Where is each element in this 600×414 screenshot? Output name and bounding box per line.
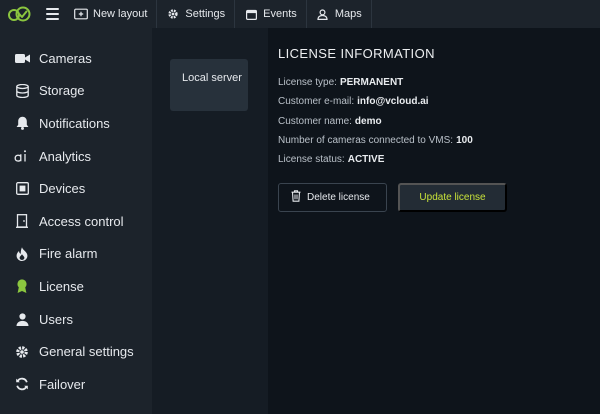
server-label: Local server: [182, 72, 242, 84]
flame-icon: [14, 246, 30, 262]
calendar-icon: [244, 7, 258, 21]
sidebar-item-users[interactable]: Users: [0, 303, 152, 336]
customer-email-value: info@vcloud.ai: [357, 96, 429, 108]
settings-label: Settings: [185, 8, 226, 20]
license-status-label: License status:: [278, 154, 345, 166]
server-list-panel: Local server: [152, 28, 268, 414]
sidebar-item-failover[interactable]: Failover: [0, 368, 152, 401]
license-type-label: License type:: [278, 77, 337, 89]
award-icon: [14, 278, 30, 294]
customer-name-value: demo: [354, 115, 382, 127]
license-type-value: PERMANENT: [339, 77, 404, 89]
license-status-row: License status: ACTIVE: [278, 150, 600, 169]
bell-icon: [14, 115, 30, 131]
license-actions: Delete license Update license: [278, 183, 600, 213]
server-item-local[interactable]: Local server: [170, 59, 248, 111]
maps-tab[interactable]: Maps: [305, 0, 372, 28]
sidebar-item-label: Devices: [39, 181, 86, 197]
sidebar: Cameras Storage Notifications Analytics …: [0, 28, 152, 414]
sidebar-item-label: Failover: [39, 376, 86, 392]
door-icon: [14, 213, 30, 229]
sidebar-item-label: License: [39, 278, 84, 294]
customer-name-label: Customer name:: [278, 115, 352, 127]
page-title: LICENSE INFORMATION: [278, 46, 435, 61]
logo-icon: [8, 6, 31, 22]
new-layout-button[interactable]: New layout: [66, 0, 156, 28]
license-panel: LICENSE INFORMATION License type: PERMAN…: [268, 28, 600, 414]
customer-email-label: Customer e-mail:: [278, 96, 355, 108]
license-type-row: License type: PERMANENT: [278, 73, 600, 92]
update-license-button[interactable]: Update license: [398, 183, 507, 213]
ai-icon: [14, 148, 30, 164]
events-label: Events: [263, 8, 297, 20]
maps-label: Maps: [334, 8, 362, 20]
menu-hamburger-icon[interactable]: [38, 0, 66, 28]
sidebar-item-fire-alarm[interactable]: Fire alarm: [0, 238, 152, 271]
update-license-label: Update license: [419, 192, 486, 204]
gear-icon: [14, 344, 30, 360]
sidebar-item-license[interactable]: License: [0, 270, 152, 303]
new-layout-label: New layout: [93, 8, 148, 20]
delete-license-label: Delete license: [307, 192, 370, 204]
sidebar-item-cameras[interactable]: Cameras: [0, 42, 152, 75]
sidebar-item-notifications[interactable]: Notifications: [0, 107, 152, 140]
settings-tab[interactable]: Settings: [156, 0, 234, 28]
sidebar-item-label: General settings: [39, 344, 134, 360]
sidebar-item-label: Notifications: [39, 115, 110, 131]
sidebar-item-access-control[interactable]: Access control: [0, 205, 152, 238]
events-tab[interactable]: Events: [234, 0, 306, 28]
database-icon: [14, 83, 30, 99]
sidebar-item-devices[interactable]: Devices: [0, 172, 152, 205]
sidebar-item-storage[interactable]: Storage: [0, 75, 152, 108]
customer-name-row: Customer name: demo: [278, 112, 600, 131]
license-status-value: ACTIVE: [347, 154, 385, 166]
camera-icon: [14, 50, 30, 66]
camera-count-row: Number of cameras connected to VMS: 100: [278, 131, 600, 150]
sidebar-item-label: Fire alarm: [39, 246, 98, 262]
sidebar-item-general-settings[interactable]: General settings: [0, 335, 152, 368]
user-map-icon: [316, 7, 330, 21]
camera-count-label: Number of cameras connected to VMS:: [278, 135, 454, 147]
trash-icon: [291, 190, 301, 205]
sidebar-item-label: Analytics: [39, 148, 92, 164]
sidebar-item-label: Storage: [39, 83, 85, 99]
gear-icon: [166, 7, 180, 21]
sync-icon: [14, 376, 30, 392]
sidebar-item-label: Access control: [39, 213, 124, 229]
user-icon: [14, 311, 30, 327]
device-icon: [14, 181, 30, 197]
sidebar-item-label: Users: [39, 311, 73, 327]
add-layout-icon: [74, 7, 88, 21]
customer-email-row: Customer e-mail: info@vcloud.ai: [278, 92, 600, 111]
app-logo[interactable]: [0, 0, 38, 28]
camera-count-value: 100: [456, 135, 473, 147]
top-toolbar: New layout Settings Events Maps: [0, 0, 600, 28]
delete-license-button[interactable]: Delete license: [278, 183, 387, 213]
sidebar-item-label: Cameras: [39, 50, 92, 66]
sidebar-item-analytics[interactable]: Analytics: [0, 140, 152, 173]
